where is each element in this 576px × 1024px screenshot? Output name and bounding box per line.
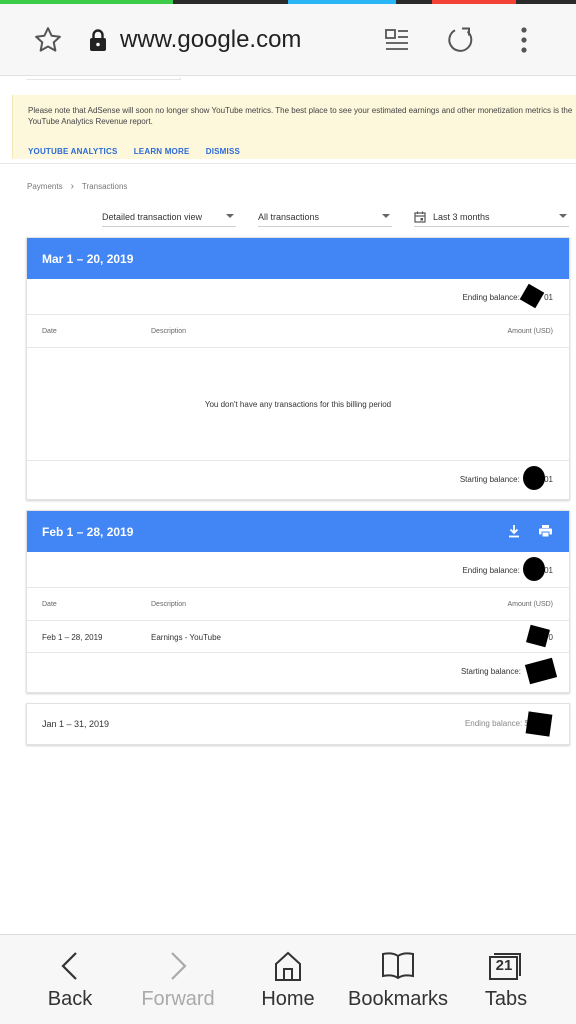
redaction-mark bbox=[524, 657, 558, 685]
calendar-icon bbox=[414, 211, 426, 223]
redaction-mark bbox=[526, 624, 550, 648]
redaction-mark bbox=[523, 557, 545, 581]
chevron-down-icon bbox=[559, 214, 567, 218]
date-range-value: Last 3 months bbox=[433, 211, 490, 222]
column-date: Date bbox=[42, 328, 57, 335]
browser-toolbar: www.google.com bbox=[0, 4, 576, 76]
billing-period-header[interactable]: Feb 1 – 28, 2019 bbox=[27, 511, 569, 552]
redaction-mark bbox=[523, 466, 545, 490]
dismiss-link[interactable]: DISMISS bbox=[206, 147, 240, 156]
lock-icon bbox=[80, 22, 116, 58]
home-icon bbox=[273, 948, 303, 984]
chevron-left-icon bbox=[60, 948, 80, 984]
breadcrumb-payments[interactable]: Payments bbox=[27, 182, 63, 191]
home-button[interactable]: Home bbox=[248, 935, 328, 1024]
back-label: Back bbox=[47, 988, 93, 1010]
ending-balance-row: Ending balance: 01 bbox=[27, 279, 569, 315]
forward-label: Forward bbox=[141, 988, 215, 1010]
chevron-down-icon bbox=[226, 214, 234, 218]
scrolled-header-edge bbox=[26, 77, 181, 80]
empty-state: You don't have any transactions for this… bbox=[27, 348, 569, 461]
youtube-analytics-link[interactable]: YOUTUBE ANALYTICS bbox=[28, 147, 117, 156]
billing-period-card-collapsed[interactable]: Jan 1 – 31, 2019 Ending balance: $ bbox=[26, 703, 570, 745]
download-icon[interactable] bbox=[507, 524, 521, 538]
table-row[interactable]: Feb 1 – 28, 2019 Earnings - YouTube 0 bbox=[27, 621, 569, 653]
chevron-right-icon: › bbox=[70, 181, 74, 192]
reload-icon[interactable] bbox=[443, 22, 479, 58]
star-icon[interactable] bbox=[30, 22, 66, 58]
transaction-type-value: All transactions bbox=[258, 211, 320, 222]
divider bbox=[0, 163, 576, 164]
learn-more-link[interactable]: LEARN MORE bbox=[134, 147, 190, 156]
view-select-value: Detailed transaction view bbox=[102, 211, 203, 222]
billing-period-card: Feb 1 – 28, 2019 Ending balance: 01 Date… bbox=[26, 510, 570, 693]
notice-links: YOUTUBE ANALYTICS LEARN MORE DISMISS bbox=[28, 147, 254, 156]
tabs-icon: 21 bbox=[488, 948, 524, 984]
billing-period-card: Mar 1 – 20, 2019 Ending balance: 01 Date… bbox=[26, 237, 570, 500]
redaction-mark bbox=[525, 711, 553, 737]
empty-message: You don't have any transactions for this… bbox=[204, 400, 392, 409]
table-header: Date Description Amount (USD) bbox=[27, 588, 569, 621]
column-amount: Amount (USD) bbox=[507, 328, 553, 335]
date-range-select[interactable]: Last 3 months bbox=[414, 207, 569, 227]
forward-button[interactable]: Forward bbox=[133, 935, 223, 1024]
row-date: Feb 1 – 28, 2019 bbox=[42, 633, 103, 642]
starting-balance-row: Starting balance: bbox=[27, 653, 569, 692]
adsense-notice-banner: Please note that AdSense will soon no lo… bbox=[12, 95, 576, 159]
table-header: Date Description Amount (USD) bbox=[27, 315, 569, 348]
column-description: Description bbox=[151, 601, 187, 608]
more-icon[interactable] bbox=[506, 22, 542, 58]
tabs-count: 21 bbox=[495, 957, 513, 974]
tabs-label: Tabs bbox=[484, 988, 528, 1010]
column-description: Description bbox=[151, 328, 187, 335]
print-icon[interactable] bbox=[538, 524, 553, 538]
bookmarks-button[interactable]: Bookmarks bbox=[342, 935, 454, 1024]
ending-balance-row: Ending balance: 01 bbox=[27, 552, 569, 588]
breadcrumb: Payments › Transactions bbox=[27, 181, 127, 192]
chevron-right-icon bbox=[168, 948, 188, 984]
starting-balance-row: Starting balance: 01 bbox=[27, 461, 569, 499]
page-content: Please note that AdSense will soon no lo… bbox=[0, 77, 576, 933]
row-amount: 0 bbox=[548, 633, 553, 642]
column-amount: Amount (USD) bbox=[507, 601, 553, 608]
breadcrumb-transactions: Transactions bbox=[81, 182, 128, 191]
home-label: Home bbox=[261, 988, 315, 1010]
back-button[interactable]: Back bbox=[30, 935, 110, 1024]
starting-balance-label: Starting balance: bbox=[460, 667, 521, 676]
billing-period-header[interactable]: Mar 1 – 20, 2019 bbox=[27, 238, 569, 279]
column-date: Date bbox=[42, 601, 57, 608]
ending-balance-label: Ending balance: $ bbox=[464, 719, 529, 728]
chevron-down-icon bbox=[382, 214, 390, 218]
view-select[interactable]: Detailed transaction view bbox=[102, 207, 236, 227]
bookmarks-label: Bookmarks bbox=[347, 988, 449, 1010]
url-bar[interactable]: www.google.com bbox=[120, 26, 301, 54]
notice-text: Please note that AdSense will soon no lo… bbox=[28, 106, 573, 126]
row-description: Earnings - YouTube bbox=[151, 633, 221, 642]
browser-bottom-nav: Back Forward Home Bookmarks 21 Tabs bbox=[0, 934, 576, 1024]
billing-period-title: Feb 1 – 28, 2019 bbox=[42, 524, 134, 539]
billing-period-title: Mar 1 – 20, 2019 bbox=[42, 251, 134, 266]
billing-period-title: Jan 1 – 31, 2019 bbox=[42, 719, 110, 729]
redaction-mark bbox=[519, 283, 545, 309]
transaction-type-select[interactable]: All transactions bbox=[258, 207, 392, 227]
reader-icon[interactable] bbox=[379, 22, 415, 58]
tabs-button[interactable]: 21 Tabs bbox=[470, 935, 542, 1024]
book-icon bbox=[381, 948, 415, 984]
